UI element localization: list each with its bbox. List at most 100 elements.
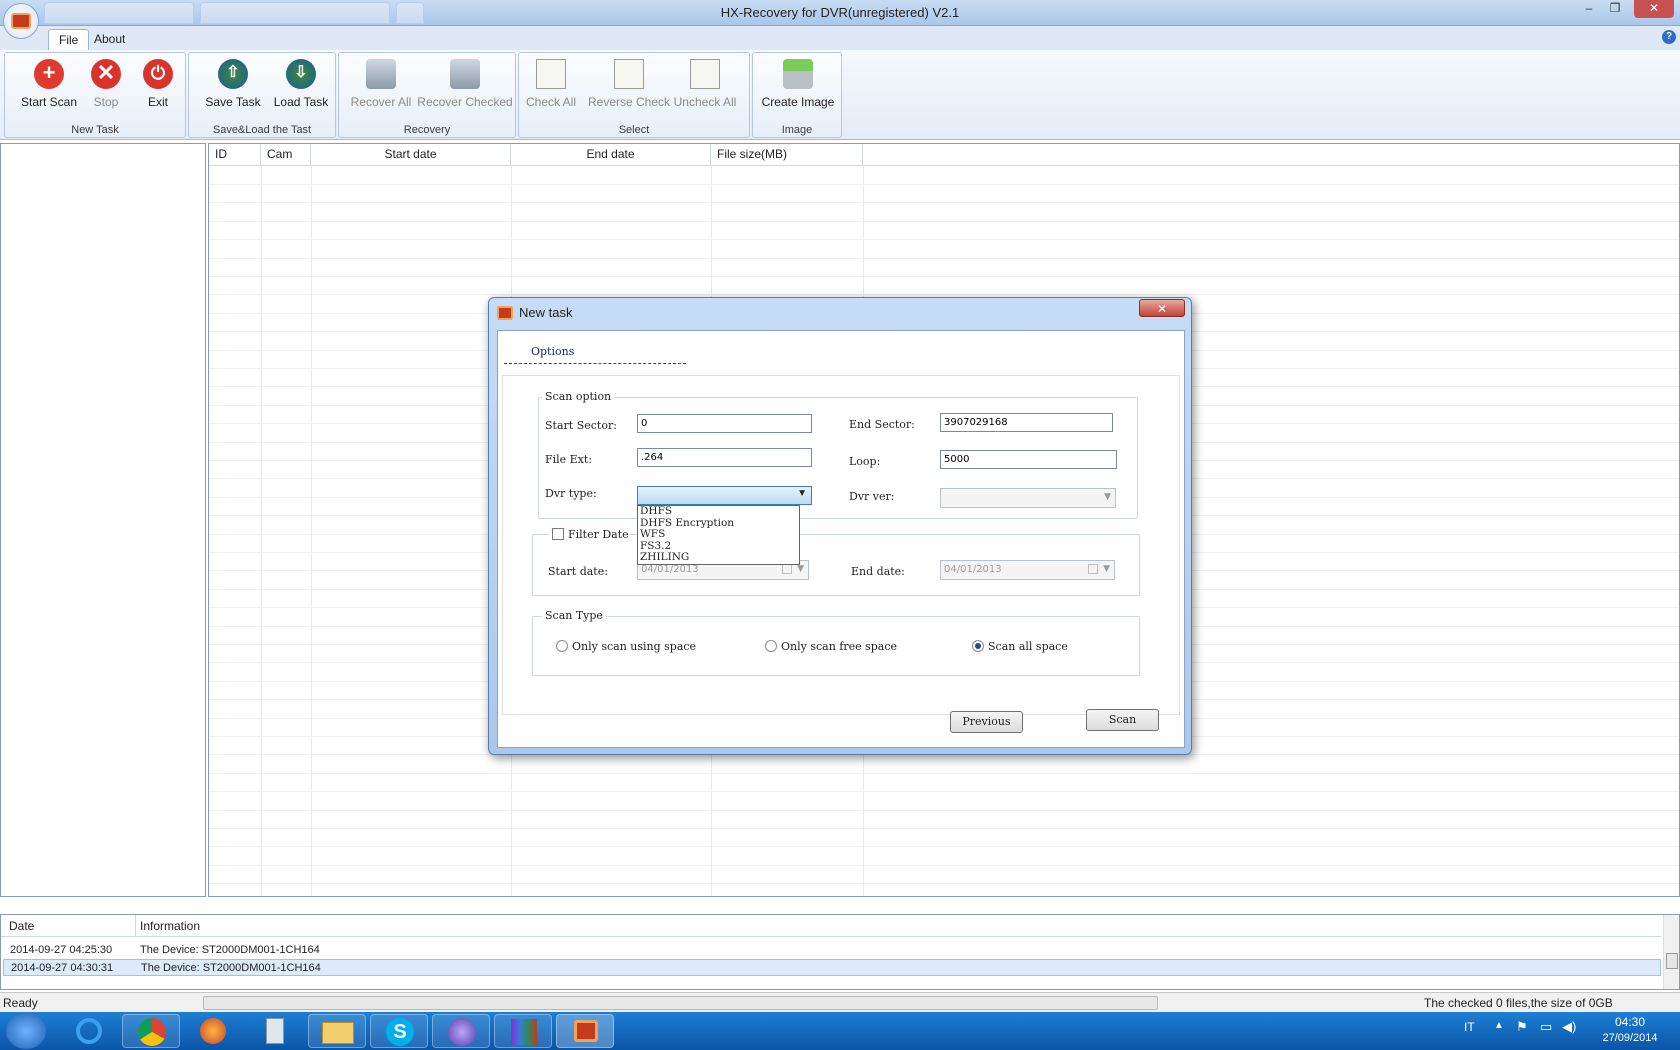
loop-input[interactable] [940,450,1117,469]
filter-date-checkbox[interactable] [552,528,564,540]
load-task-button[interactable]: ⇩ Load Task [273,55,329,111]
grid-row-line [209,202,1679,203]
grid-row-line [209,883,1679,884]
exit-button[interactable]: ⏻ Exit [133,55,183,111]
chrome-icon[interactable] [122,1014,180,1048]
file-ext-input[interactable] [637,448,812,467]
log-column-information[interactable]: Information [140,919,200,933]
winrar-icon[interactable] [494,1014,552,1048]
new-task-dialog: New task ✕ Options Scan option Start Sec… [488,297,1192,755]
checklist-icon [690,59,720,89]
end-sector-label: End Sector: [849,418,915,431]
filter-date-label: Filter Date [568,528,629,541]
end-sector-input[interactable] [940,413,1113,432]
volume-icon[interactable]: ◀) [1562,1019,1576,1035]
column-header-file-size[interactable]: File size(MB) [711,144,863,166]
column-header-empty [863,144,1679,166]
grid-row-line [209,276,1679,277]
column-header-cam[interactable]: Cam [261,144,311,166]
group-label: Select [618,124,650,136]
grid-row-line [209,294,1679,295]
column-header-start-date[interactable]: Start date [311,144,511,166]
log-panel: Date Information 2014-09-27 04:25:30 The… [0,914,1680,990]
plus-icon: + [34,59,64,89]
previous-button[interactable]: Previous [950,711,1023,733]
group-recovery: Recover All Recover Checked Recovery [338,52,516,138]
hx-recovery-taskbar-icon[interactable] [556,1014,614,1048]
calculator-icon[interactable] [246,1014,304,1048]
dialog-close-button[interactable]: ✕ [1139,299,1185,317]
group-label: New Task [71,124,119,136]
chevron-down-icon: ▼ [797,488,807,499]
start-orb-icon[interactable] [6,1013,46,1049]
skype-icon[interactable]: S [370,1014,428,1048]
log-column-date[interactable]: Date [9,919,34,933]
media-app-icon[interactable] [432,1014,490,1048]
internet-explorer-icon[interactable] [60,1014,118,1048]
dvr-ver-select[interactable]: ▼ [940,488,1116,508]
scrollbar-thumb[interactable] [1666,953,1678,969]
recover-checked-button[interactable]: Recover Checked [417,55,513,111]
load-icon: ⇩ [286,59,316,89]
clock-time[interactable]: 04:30 [1608,1015,1652,1029]
log-header: Date Information [1,915,1661,937]
file-explorer-icon[interactable] [308,1014,366,1048]
firefox-icon[interactable] [184,1014,242,1048]
network-icon[interactable]: ▭ [1540,1019,1552,1035]
device-tree-panel[interactable] [0,143,206,897]
uncheck-all-button[interactable]: Uncheck All [674,55,736,111]
progress-bar [203,996,1158,1010]
start-sector-input[interactable] [637,414,812,433]
close-button[interactable]: ✕ [1634,0,1674,18]
status-bar: Ready The checked 0 files,the size of 0G… [0,992,1680,1012]
log-date: 2014-09-27 04:30:31 [11,962,114,974]
help-icon[interactable]: ? [1662,30,1676,44]
minimize-button[interactable]: – [1576,0,1602,18]
radio-only-using-space[interactable] [556,640,568,652]
log-row[interactable]: 2014-09-27 04:25:30 The Device: ST2000DM… [3,942,1661,959]
end-date-value: 04/01/2013 [944,564,1002,575]
dropdown-option[interactable]: DHFS [638,505,799,518]
tab-about[interactable]: About [84,29,135,50]
recover-all-button[interactable]: Recover All [351,55,411,111]
chevron-down-icon: ▼ [1103,564,1110,574]
dvr-ver-label: Dvr ver: [849,490,895,503]
dropdown-option[interactable]: ZHILING [638,551,799,564]
grid-row-line [209,221,1679,222]
ribbon: + Start Scan ✕ Stop ⏻ Exit New Task ⇧ Sa… [0,50,1680,140]
log-scrollbar[interactable] [1663,915,1679,989]
tray-expand-icon[interactable]: ▲ [1494,1020,1504,1031]
tab-underline [504,363,686,364]
column-header-end-date[interactable]: End date [511,144,711,166]
tab-options[interactable]: Options [531,345,574,358]
action-center-flag-icon[interactable]: ⚑ [1516,1019,1528,1035]
log-row[interactable]: 2014-09-27 04:30:31 The Device: ST2000DM… [3,959,1661,976]
dvr-type-select[interactable]: ▼ [637,486,812,505]
create-image-label: Create Image [761,95,835,109]
group-new-task: + Start Scan ✕ Stop ⏻ Exit New Task [4,52,186,138]
recover-icon [366,59,396,89]
status-text: Ready [3,996,38,1010]
radio-scan-all-space[interactable] [972,640,984,652]
file-ext-label: File Ext: [545,453,593,466]
taskbar: S IT ▲ ⚑ ▭ ◀) 04:30 27/09/2014 [0,1012,1680,1050]
create-image-button[interactable]: Create Image [762,55,834,111]
dropdown-option[interactable]: WFS [638,528,799,541]
check-all-button[interactable]: Check All [526,55,576,111]
restore-button[interactable]: ❐ [1602,0,1628,18]
clock-date[interactable]: 27/09/2014 [1592,1032,1668,1044]
calendar-icon [1088,564,1098,574]
scan-button[interactable]: Scan [1086,709,1159,731]
radio-only-free-space[interactable] [765,640,777,652]
app-menu-icon[interactable] [3,3,39,39]
language-indicator[interactable]: IT [1464,1020,1475,1034]
grid-row-line [209,810,1679,811]
start-date-value: 04/01/2013 [641,564,699,575]
reverse-check-button[interactable]: Reverse Check [588,55,670,111]
column-header-id[interactable]: ID [209,144,261,166]
group-label: Recovery [403,124,451,136]
end-date-picker[interactable]: 04/01/2013 ▼ [940,560,1115,580]
status-summary: The checked 0 files,the size of 0GB [1424,996,1613,1010]
radio-label: Only scan free space [781,640,898,653]
dialog-title: New task [519,305,573,320]
